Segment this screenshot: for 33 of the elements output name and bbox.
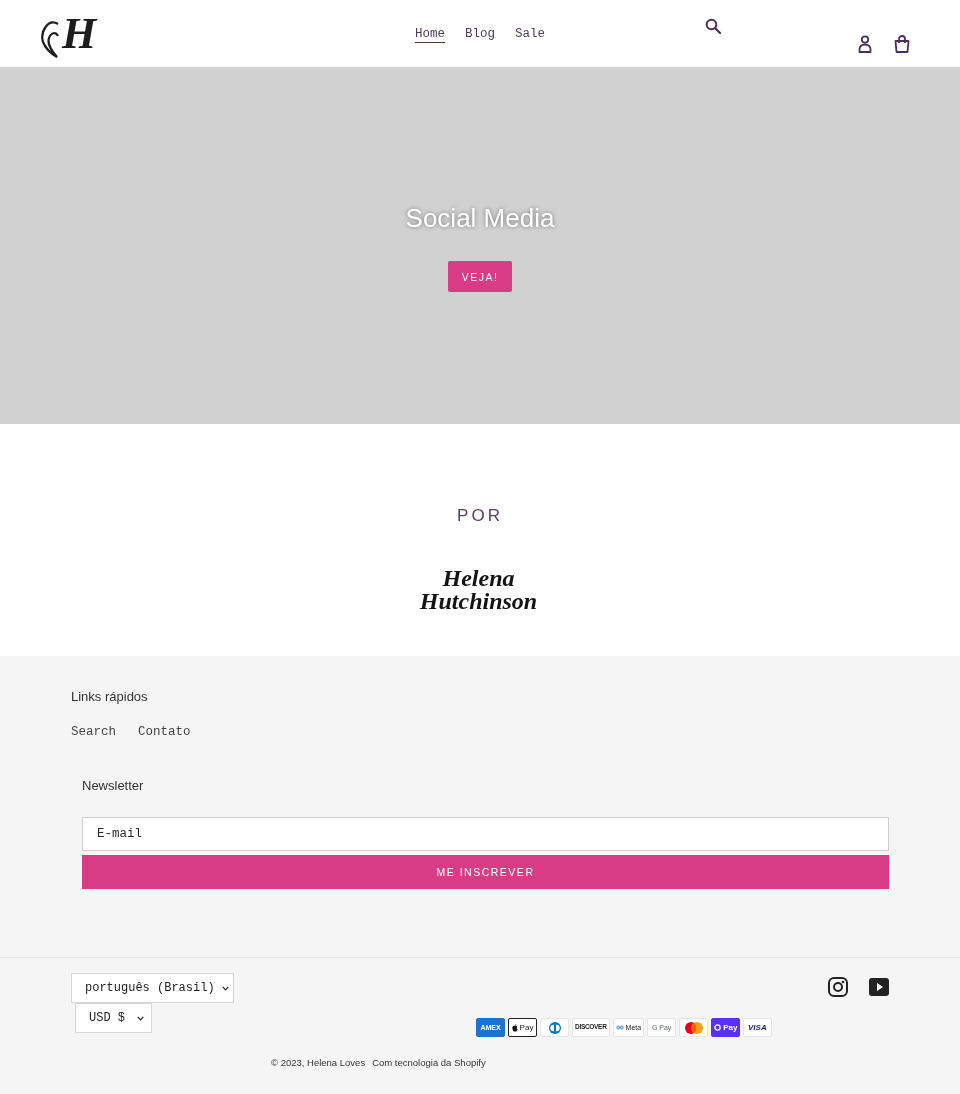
email-field[interactable]: E-mail — [82, 817, 889, 851]
newsletter-heading: Newsletter — [82, 778, 144, 794]
footer-link[interactable]: Search — [71, 724, 116, 740]
instagram-icon[interactable] — [828, 977, 848, 997]
payment-label: Pay — [723, 1023, 738, 1032]
chevron-down-icon — [221, 985, 229, 991]
currency-select[interactable]: USD $ — [75, 1003, 152, 1033]
subscribe-button[interactable]: ME INSCREVER — [82, 855, 889, 889]
footer-link[interactable]: Contato — [138, 724, 191, 740]
nav-link[interactable]: Sale — [515, 23, 545, 44]
hero-button[interactable]: VEJA! — [447, 261, 513, 292]
copyright-text: © 2023, Helena Loves — [271, 1057, 366, 1069]
footer-heading: Links rápidos — [71, 689, 148, 705]
shopping-bag-icon[interactable] — [894, 35, 910, 53]
search-icon[interactable] — [705, 18, 721, 34]
two-circles-icon — [547, 1021, 562, 1034]
overlapping-circles-icon — [684, 1021, 703, 1034]
logo-letter[interactable]: H — [62, 11, 101, 56]
powered-by-link[interactable]: Com tecnologia da Shopify — [372, 1057, 486, 1069]
chevron-down-icon — [137, 1015, 144, 1021]
infinity-icon — [615, 1025, 624, 1030]
language-select[interactable]: português (Brasil) — [71, 973, 234, 1003]
person-icon[interactable] — [858, 35, 872, 53]
ring-icon — [714, 1024, 722, 1031]
payment-label: VISA — [748, 1023, 768, 1032]
brand-logo-text: Hutchinson — [419, 590, 539, 613]
apple-icon — [511, 1023, 518, 1032]
brand-logo-text: Helena — [442, 567, 516, 590]
nav-link[interactable]: Blog — [465, 23, 495, 44]
section-heading: POR — [457, 505, 503, 527]
youtube-icon[interactable] — [869, 977, 889, 997]
payment-label: Pay — [519, 1023, 534, 1032]
nav-link[interactable]: Home — [414, 23, 445, 44]
